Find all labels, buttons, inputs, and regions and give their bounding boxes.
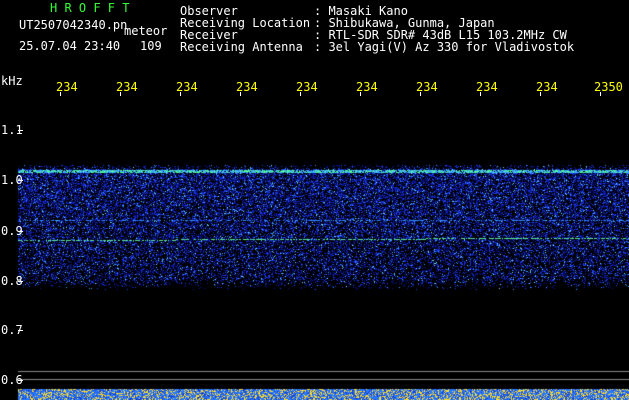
type-label: meteor [124,24,168,38]
antenna-value: : 3el Yagi(V) Az 330 for Vladivostok [314,40,575,54]
antenna-label: Receiving Antenna [180,40,303,54]
count-label: 109 [140,39,162,53]
y-tick [18,330,23,331]
y-tick [18,281,23,282]
y-tick [18,130,23,131]
brand-label: H R O F F T [50,1,130,15]
y-tick [18,380,23,381]
y-tick [18,180,23,181]
y-unit-label: kHz [1,74,23,88]
hrofft-display: H R O F F T UT2507042340.pn meteor 25.07… [0,0,629,400]
filename-label: UT2507042340.pn [19,18,128,32]
datetime-label: 25.07.04 23:40 [19,39,121,53]
spectrogram-canvas [0,96,629,400]
y-tick [18,231,23,232]
x-tick-label: 2350 [594,80,623,94]
